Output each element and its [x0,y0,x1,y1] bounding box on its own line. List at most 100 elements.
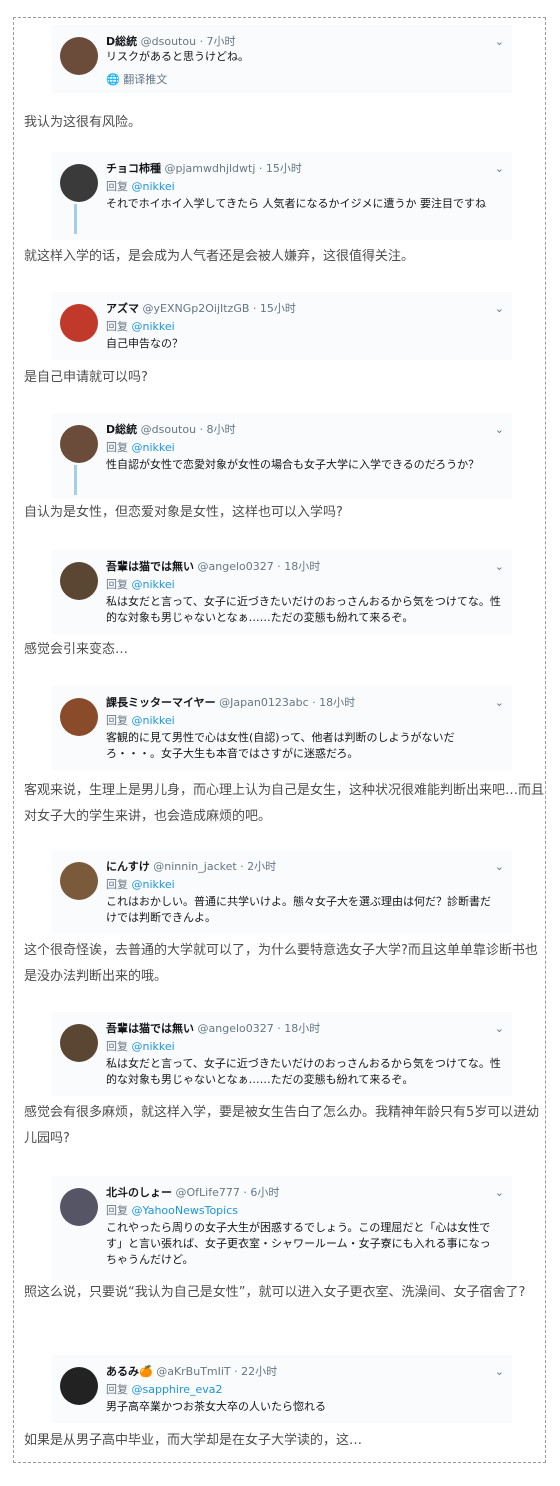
tweet-handle[interactable]: @aKrBuTmIiT · 22小时 [156,1365,277,1378]
chevron-down-icon[interactable]: ⌄ [495,423,504,436]
reply-context: 回复 @nikkei [106,439,175,455]
tweet-author-name[interactable]: チョコ柿種 [106,162,161,175]
tweet-body: 自己申告なの？ [106,337,183,350]
chevron-down-icon[interactable]: ⌄ [495,860,504,873]
tweet-author-name[interactable]: にんすけ [106,860,150,873]
reply-prefix: 回复 [106,578,128,591]
chevron-down-icon[interactable]: ⌄ [495,560,504,573]
reply-to-link[interactable]: @nikkei [132,578,175,591]
tweet-handle[interactable]: @angelo0327 · 18小时 [198,1022,321,1035]
reply-prefix: 回复 [106,1383,128,1396]
tweet-card[interactable]: あるみ🍊 @aKrBuTmIiT · 22小时 ⌄ 回复 @sapphire_e… [52,1355,512,1423]
reply-prefix: 回复 [106,441,128,454]
avatar[interactable] [60,37,98,75]
avatar[interactable] [60,164,98,202]
chevron-down-icon[interactable]: ⌄ [495,1186,504,1199]
translation-text: 就这样入学的话，是会成为人气者还是会被人嫌弃，这很值得关注。 [24,249,415,264]
chevron-down-icon[interactable]: ⌄ [495,1022,504,1035]
tweet-card[interactable]: チョコ柿種 @pjamwdhjldwtj · 15小时 ⌄ 回复 @nikkei… [52,152,512,240]
reply-prefix: 回复 [106,1204,128,1217]
reply-context: 回复 @nikkei [106,178,175,194]
chevron-down-icon[interactable]: ⌄ [495,35,504,48]
chevron-down-icon[interactable]: ⌄ [495,1365,504,1378]
tweet-card[interactable]: アズマ @yEXNGp2OijItzGB · 15小时 ⌄ 回复 @nikkei… [52,292,512,360]
avatar[interactable] [60,562,98,600]
chevron-down-icon[interactable]: ⌄ [495,302,504,315]
tweet-author-name[interactable]: 課長ミッターマイヤー [106,696,216,709]
tweet-body: 客観的に見て男性で心は女性(自認)って、他者は判断のしようがないだろ・・・。女子… [106,731,455,760]
translation-text: 感觉会引来变态… [24,642,129,657]
tweet-author-name[interactable]: 北斗のしょー [106,1186,172,1199]
tweet-card[interactable]: にんすけ @ninnin_jacket · 2小时 ⌄ 回复 @nikkei こ… [52,850,512,934]
translation-text: 如果是从男子高中毕业，而大学却是在女子大学读的，这… [24,1433,363,1448]
translation-text: 感觉会有很多麻烦，就这样入学，要是被女生告白了怎么办。我精神年龄只有5岁可以进幼… [24,1105,540,1146]
tweet-card[interactable]: 北斗のしょー @OfLife777 · 6小时 ⌄ 回复 @YahooNewsT… [52,1176,512,1280]
tweet-handle[interactable]: @dsoutou · 7小时 [141,35,236,48]
reply-prefix: 回复 [106,320,128,333]
reply-context: 回复 @nikkei [106,576,175,592]
tweet-body: これはおかしい。普通に共学いけよ。態々女子大を選ぶ理由は何だ？診断書だけでは判断… [106,895,491,924]
tweet-handle[interactable]: @ninnin_jacket · 2小时 [153,860,276,873]
tweet-body: 私は女だと言って、女子に近づきたいだけのおっさんおるから気をつけてな。性的な対象… [106,1057,501,1086]
tweet-body: 私は女だと言って、女子に近づきたいだけのおっさんおるから気をつけてな。性的な対象… [106,595,501,624]
tweet-body: これやったら周りの女子大生が困惑するでしょう。この理屈だと「心は女性です」と言い… [106,1221,491,1266]
tweet-author-name[interactable]: あるみ🍊 [106,1365,153,1378]
tweet-body: 性自認が女性で恋愛対象が女性の場合も女子大学に入学できるのだろうか？ [106,458,480,471]
avatar[interactable] [60,425,98,463]
reply-to-link[interactable]: @nikkei [132,1040,175,1053]
chevron-down-icon[interactable]: ⌄ [495,696,504,709]
globe-icon: 🌐 [106,73,120,86]
tweet-author-name[interactable]: D総統 [106,423,137,436]
translation-text: 这个很奇怪诶，去普通的大学就可以了，为什么要特意选女子大学?而且这单单靠诊断书也… [24,943,538,984]
reply-context: 回复 @YahooNewsTopics [106,1202,238,1218]
tweet-author-name[interactable]: D総統 [106,35,137,48]
translation-text: 照这么说，只要说“我认为自己是女性”，就可以进入女子更衣室、洗澡间、女子宿舍了? [24,1285,526,1300]
tweet-card[interactable]: D総統 @dsoutou · 7小时 ⌄ リスクがあると思うけどね。 🌐 翻译推… [52,25,512,93]
translate-label: 翻译推文 [123,73,168,86]
tweet-card[interactable]: 吾輩は猫では無い @angelo0327 · 18小时 ⌄ 回复 @nikkei… [52,550,512,634]
tweet-author-name[interactable]: 吾輩は猫では無い [106,1022,194,1035]
reply-prefix: 回复 [106,180,128,193]
reply-context: 回复 @nikkei [106,712,175,728]
avatar[interactable] [60,862,98,900]
reply-prefix: 回复 [106,714,128,727]
reply-to-link[interactable]: @nikkei [132,714,175,727]
reply-prefix: 回复 [106,878,128,891]
reply-to-link[interactable]: @sapphire_eva2 [132,1383,223,1396]
avatar[interactable] [60,1367,98,1405]
avatar[interactable] [60,304,98,342]
reply-context: 回复 @nikkei [106,1038,175,1054]
reply-to-link[interactable]: @YahooNewsTopics [132,1204,239,1217]
reply-to-link[interactable]: @nikkei [132,441,175,454]
tweet-author-name[interactable]: 吾輩は猫では無い [106,560,194,573]
tweet-body: リスクがあると思うけどね。 [106,50,249,63]
translate-link[interactable]: 🌐 翻译推文 [106,71,167,87]
tweet-body: それでホイホイ入学してきたら 人気者になるかイジメに遭うか 要注目ですね [106,197,487,210]
tweet-card[interactable]: D総統 @dsoutou · 8小时 ⌄ 回复 @nikkei 性自認が女性で恋… [52,413,512,499]
translation-text: 是自己申请就可以吗? [24,370,148,385]
tweet-handle[interactable]: @angelo0327 · 18小时 [198,560,321,573]
translation-text: 我认为这很有风险。 [24,115,142,130]
reply-to-link[interactable]: @nikkei [132,878,175,891]
tweet-handle[interactable]: @Japan0123abc · 18小时 [219,696,355,709]
tweet-card[interactable]: 課長ミッターマイヤー @Japan0123abc · 18小时 ⌄ 回复 @ni… [52,686,512,770]
reply-to-link[interactable]: @nikkei [132,320,175,333]
tweet-handle[interactable]: @yEXNGp2OijItzGB · 15小时 [143,302,296,315]
avatar[interactable] [60,1188,98,1226]
reply-context: 回复 @nikkei [106,318,175,334]
tweet-author-name[interactable]: アズマ [106,302,139,315]
tweet-card[interactable]: 吾輩は猫では無い @angelo0327 · 18小时 ⌄ 回复 @nikkei… [52,1012,512,1096]
reply-context: 回复 @nikkei [106,876,175,892]
avatar[interactable] [60,698,98,736]
thread-line [74,465,77,495]
tweet-handle[interactable]: @OfLife777 · 6小时 [176,1186,280,1199]
thread-line [74,204,77,234]
chevron-down-icon[interactable]: ⌄ [495,162,504,175]
reply-context: 回复 @sapphire_eva2 [106,1381,223,1397]
avatar[interactable] [60,1024,98,1062]
tweet-handle[interactable]: @pjamwdhjldwtj · 15小时 [165,162,302,175]
tweet-handle[interactable]: @dsoutou · 8小时 [141,423,236,436]
translation-text: 客观来说，生理上是男儿身，而心理上认为自己是女生，这种状况很难能判断出来吧…而且… [24,783,545,824]
reply-to-link[interactable]: @nikkei [132,180,175,193]
translation-text: 自认为是女性，但恋爱对象是女性，这样也可以入学吗? [24,505,343,520]
